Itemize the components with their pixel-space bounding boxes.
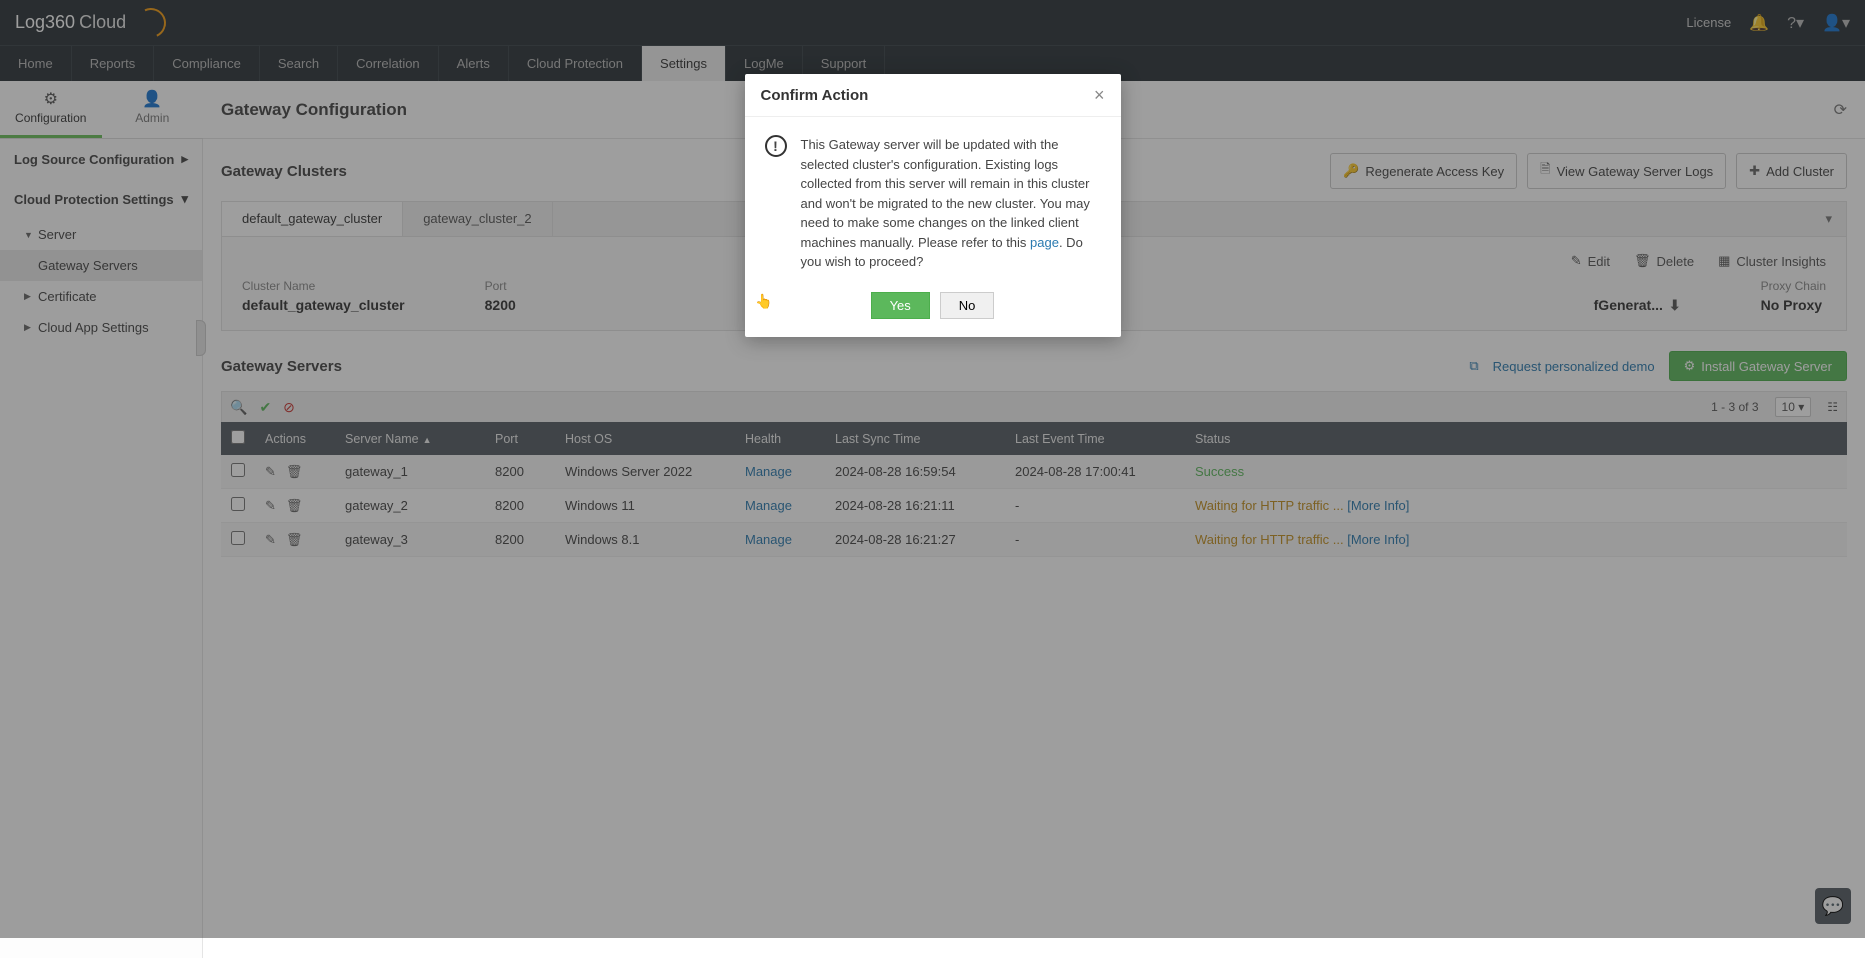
modal-text-pre: This Gateway server will be updated with…	[801, 137, 1090, 250]
warning-icon: !	[765, 135, 787, 157]
yes-button[interactable]: Yes	[871, 292, 930, 319]
modal-header: Confirm Action ×	[745, 74, 1121, 117]
modal-close-button[interactable]: ×	[1094, 86, 1105, 104]
modal-body: ! This Gateway server will be updated wi…	[745, 117, 1121, 282]
confirm-modal: Confirm Action × ! This Gateway server w…	[745, 74, 1121, 337]
modal-text: This Gateway server will be updated with…	[801, 135, 1101, 272]
modal-title: Confirm Action	[761, 87, 869, 104]
modal-footer: Yes No	[745, 282, 1121, 337]
modal-page-link[interactable]: page	[1030, 235, 1059, 250]
no-button[interactable]: No	[940, 292, 995, 319]
modal-overlay[interactable]: Confirm Action × ! This Gateway server w…	[0, 0, 1865, 938]
